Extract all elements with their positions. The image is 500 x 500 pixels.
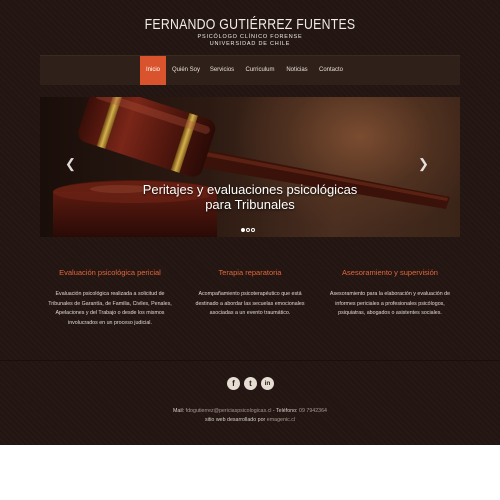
main-navigation: Inicio Quién Soy Servicios Curriculum No… <box>40 55 460 85</box>
footer-divider <box>0 360 500 361</box>
feature-description: Asesoramiento para la elaboración y eval… <box>320 290 460 319</box>
feature-line: involucrados en un proceso judicial. <box>68 319 152 326</box>
feature-line: asociadas a un evento traumático. <box>209 310 291 316</box>
feature-description: Acompañamiento psicoterapéutico que está… <box>180 290 320 319</box>
slider-prev-button[interactable]: ❮ <box>65 156 76 171</box>
phone-label: - Teléfono: <box>272 408 298 414</box>
slider-dot-1[interactable] <box>241 228 245 232</box>
brand-subtitle-profession: PSICÓLOGO CLÍNICO FORENSE <box>197 34 303 40</box>
feature-title[interactable]: Evaluación psicológica pericial <box>40 268 180 278</box>
nav-item-inicio[interactable]: Inicio <box>140 56 166 85</box>
nav-item-noticias[interactable]: Noticias <box>283 56 311 85</box>
feature-title[interactable]: Terapia reparatoria <box>180 268 320 278</box>
hero-slider[interactable]: ❮ ❯ Peritajes y evaluaciones psicológica… <box>40 97 460 237</box>
twitter-icon[interactable]: t <box>244 377 257 390</box>
slide-caption-line1: Peritajes y evaluaciones psicológicas <box>142 182 358 197</box>
slider-next-button[interactable]: ❯ <box>418 156 429 171</box>
feature-line: psiquiatras, abogados o asistentes socia… <box>338 310 442 316</box>
page-background: FERNANDO GUTIÉRREZ FUENTES PSICÓLOGO CLÍ… <box>0 0 500 445</box>
feature-line: Asesoramiento para la elaboración y eval… <box>329 291 451 297</box>
facebook-icon[interactable]: f <box>227 377 240 390</box>
feature-line: Evaluación psicológica realizada a solic… <box>55 291 165 297</box>
feature-title[interactable]: Asesoramiento y supervisión <box>320 268 460 278</box>
linkedin-icon[interactable]: in <box>261 377 274 390</box>
brand-name: FERNANDO GUTIÉRREZ FUENTES <box>144 16 356 33</box>
nav-item-contacto[interactable]: Contacto <box>317 56 345 85</box>
mail-link[interactable]: fdogutierrez@periciaspsicologicas.cl <box>186 408 272 414</box>
nav-item-curriculum[interactable]: Curriculum <box>242 56 278 85</box>
feature-terapia: Terapia reparatoria Acompañamiento psico… <box>180 268 320 319</box>
slider-pagination <box>241 219 256 232</box>
site-logo[interactable]: FERNANDO GUTIÉRREZ FUENTES PSICÓLOGO CLÍ… <box>0 16 500 48</box>
gavel-image <box>53 97 450 237</box>
phone-value: 09 7942364 <box>299 408 328 414</box>
feature-description: Evaluación psicológica realizada a solic… <box>40 290 180 328</box>
site-footer: Mail: fdogutierrez@periciaspsicologicas.… <box>0 407 500 425</box>
slider-dot-3[interactable] <box>251 228 255 232</box>
contact-line: Mail: fdogutierrez@periciaspsicologicas.… <box>0 407 500 416</box>
feature-line: Acompañamiento psicoterapéutico que está <box>198 291 302 297</box>
nav-item-quien-soy[interactable]: Quién Soy <box>169 56 203 85</box>
feature-asesoramiento: Asesoramiento y supervisión Asesoramient… <box>320 268 460 319</box>
feature-line: Apelaciones y del Trabajo o desde los mi… <box>55 310 165 316</box>
credit-link[interactable]: emagenic.cl <box>267 417 295 423</box>
feature-line: destinado a abordar las secuelas emocion… <box>195 300 305 307</box>
slider-dot-2[interactable] <box>246 228 250 232</box>
chevron-right-icon: ❯ <box>418 156 429 171</box>
brand-subtitle-university: UNIVERSIDAD DE CHILE <box>209 41 291 47</box>
slide-caption-line2: para Tribunales <box>205 197 295 212</box>
feature-line: Tribunales de Garantía, de Familia, Civi… <box>48 300 172 307</box>
feature-line: informes periciales a profesionales psic… <box>335 300 445 307</box>
feature-evaluacion: Evaluación psicológica pericial Evaluaci… <box>40 268 180 328</box>
nav-item-servicios[interactable]: Servicios <box>207 56 237 85</box>
slide-caption: Peritajes y evaluaciones psicológicas pa… <box>40 182 460 212</box>
chevron-left-icon: ❮ <box>65 156 76 171</box>
mail-label: Mail: <box>172 408 185 414</box>
credit-text: sitio web desarrollado por <box>204 417 266 423</box>
credit-line: sitio web desarrollado por emagenic.cl <box>0 416 500 425</box>
